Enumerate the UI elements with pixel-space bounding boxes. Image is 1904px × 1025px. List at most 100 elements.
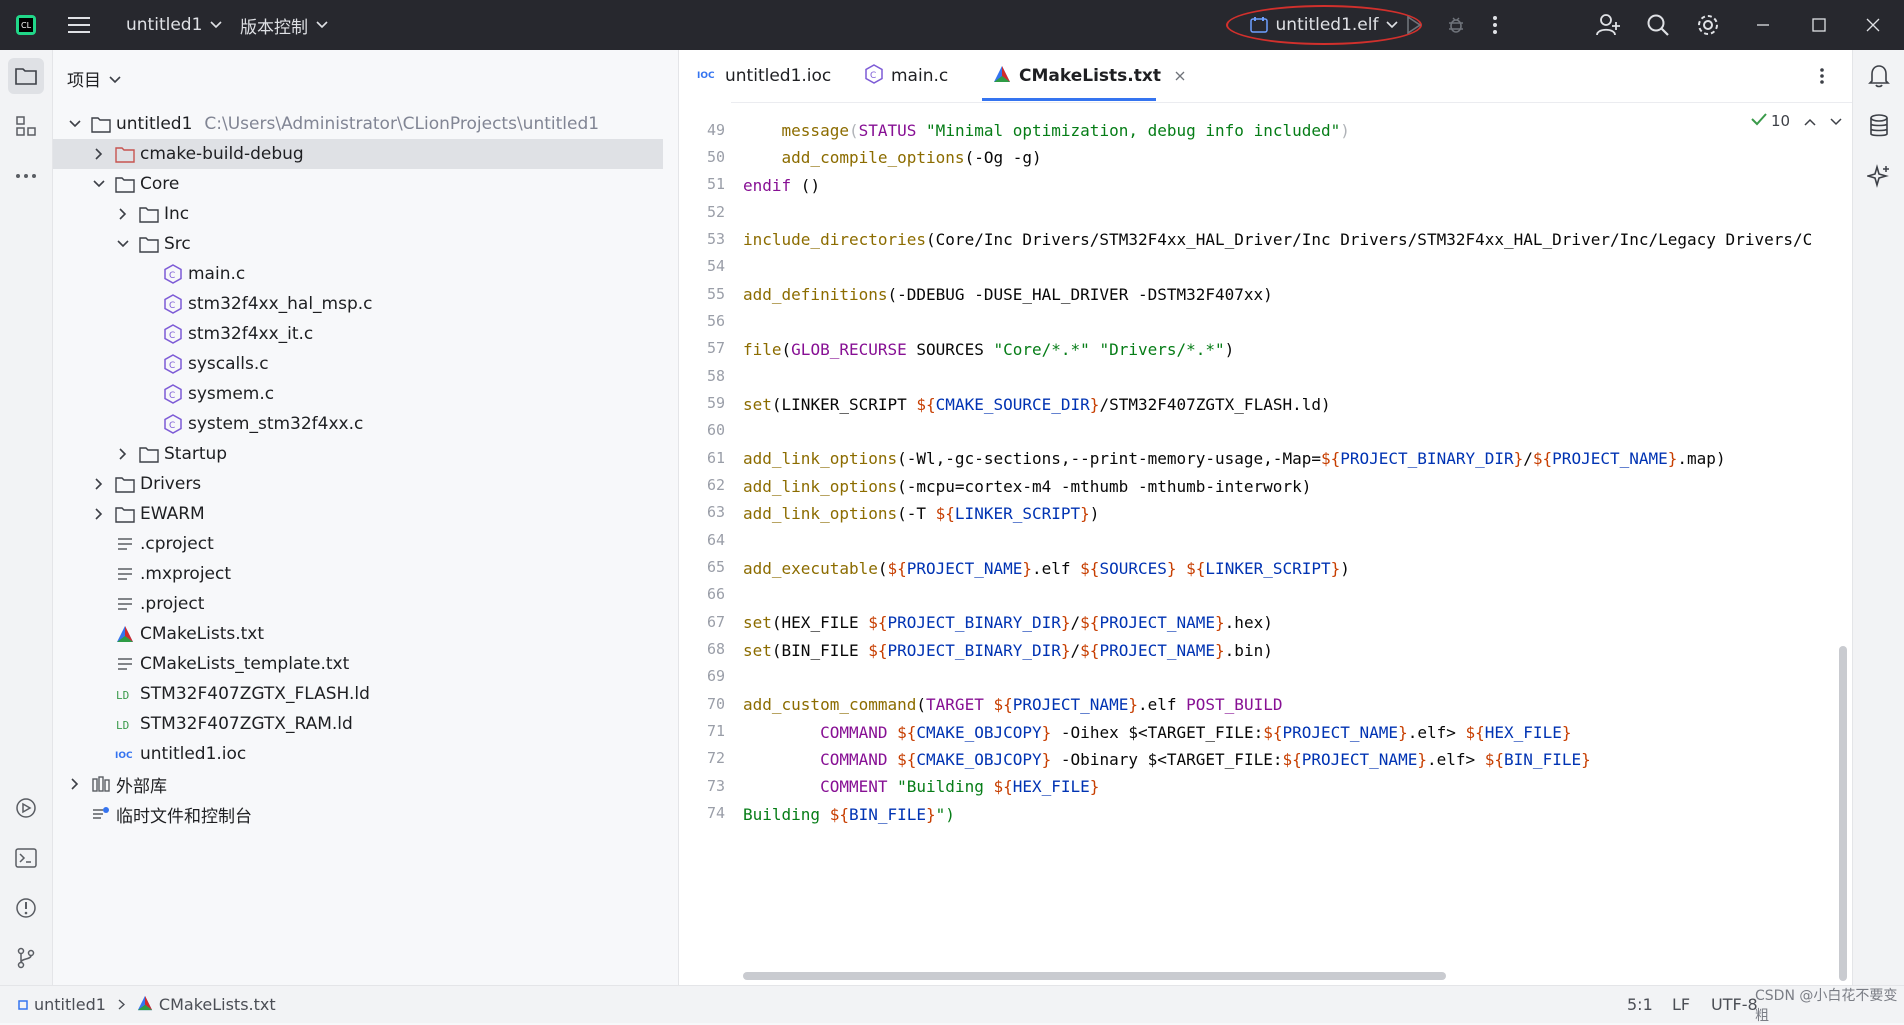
chevron-down-icon[interactable] (115, 236, 131, 252)
chevron-right-icon[interactable] (115, 446, 131, 462)
project-tool-window-icon[interactable] (8, 58, 44, 94)
chevron-right-icon[interactable] (91, 506, 107, 522)
add-user-icon[interactable] (1596, 0, 1620, 50)
gear-icon[interactable] (1696, 0, 1720, 50)
chevron-right-icon[interactable] (91, 476, 107, 492)
project-switcher[interactable]: untitled1 (126, 0, 222, 50)
tree-label: stm32f4xx_it.c (188, 324, 314, 344)
terminal-icon[interactable] (8, 840, 44, 876)
vertical-scrollbar[interactable] (1839, 646, 1847, 981)
tab-actions-icon[interactable] (1819, 50, 1825, 102)
breadcrumb-project[interactable]: untitled1 (34, 995, 106, 1014)
svg-text:CL: CL (21, 21, 32, 30)
minimize-window-icon[interactable] (1756, 0, 1770, 50)
more-actions-icon[interactable] (1492, 0, 1498, 50)
tree-item-flash-ld[interactable]: LD STM32F407ZGTX_FLASH.ld (53, 679, 740, 709)
tree-item-project[interactable]: .project (53, 589, 740, 619)
tree-label: cmake-build-debug (140, 144, 304, 164)
tree-label: Startup (164, 444, 228, 464)
horizontal-scrollbar[interactable] (743, 972, 1446, 980)
chevron-down-icon[interactable] (91, 176, 107, 192)
tree-label: CMakeLists.txt (140, 624, 265, 644)
line-separator[interactable]: LF (1672, 986, 1690, 1023)
line-number: 70 (706, 695, 725, 713)
chevron-right-icon[interactable] (91, 146, 107, 162)
tree-item-cmake-build-debug[interactable]: cmake-build-debug (53, 139, 663, 169)
chevron-down-icon[interactable] (67, 116, 83, 132)
breadcrumb-file[interactable]: CMakeLists.txt (159, 995, 276, 1014)
tree-item-system-c[interactable]: C system_stm32f4xx.c (53, 409, 788, 439)
notifications-bell-icon[interactable] (1861, 58, 1897, 94)
database-icon[interactable] (1861, 108, 1897, 144)
chevron-up-icon[interactable] (1804, 112, 1816, 130)
tree-root-untitled1[interactable]: untitled1 C:\Users\Administrator\CLionPr… (53, 109, 692, 139)
run-configuration-selector[interactable]: untitled1.elf (1226, 5, 1422, 45)
scratches-icon (91, 804, 111, 824)
tree-item-cmakelists-template[interactable]: CMakeLists_template.txt (53, 649, 740, 679)
tree-item-hal-msp-c[interactable]: C stm32f4xx_hal_msp.c (53, 289, 788, 319)
tree-item-core[interactable]: Core (53, 169, 716, 199)
cmake-file-icon (993, 65, 1011, 88)
ai-assistant-icon[interactable] (1861, 158, 1897, 194)
tree-item-ram-ld[interactable]: LD STM32F407ZGTX_RAM.ld (53, 709, 740, 739)
linker-script-icon: LD (115, 684, 135, 704)
tree-item-ewarm[interactable]: EWARM (53, 499, 716, 529)
line-number: 64 (706, 531, 725, 549)
chevron-down-icon[interactable] (1830, 112, 1842, 130)
svg-text:IOC: IOC (115, 751, 133, 761)
tree-label: main.c (188, 264, 246, 284)
tree-item-cproject[interactable]: .cproject (53, 529, 740, 559)
tree-item-startup[interactable]: Startup (53, 439, 740, 469)
more-tool-windows-icon[interactable] (8, 158, 44, 194)
tree-item-inc[interactable]: Inc (53, 199, 740, 229)
active-tab-indicator (982, 98, 1156, 101)
chevron-right-icon[interactable] (115, 206, 131, 222)
tree-item-sysmem-c[interactable]: C sysmem.c (53, 379, 788, 409)
code-line: COMMAND ${CMAKE_OBJCOPY} -Obinary $<TARG… (820, 750, 1591, 770)
tree-item-external-libraries[interactable]: 外部库 (53, 769, 692, 799)
chevron-right-icon[interactable] (67, 776, 83, 792)
svg-text:LD: LD (116, 689, 129, 702)
caret-position[interactable]: 5:1 (1627, 986, 1653, 1023)
tree-item-syscalls-c[interactable]: C syscalls.c (53, 349, 788, 379)
tree-item-scratches[interactable]: 临时文件和控制台 (53, 799, 716, 829)
tree-item-drivers[interactable]: Drivers (53, 469, 716, 499)
tab-untitled1-ioc[interactable]: IOC untitled1.ioc (697, 50, 831, 102)
svg-text:LD: LD (116, 719, 129, 732)
vcs-menu[interactable]: 版本控制 (240, 0, 328, 50)
close-window-icon[interactable] (1866, 0, 1880, 50)
app-logo-icon[interactable]: CL (14, 0, 38, 50)
tree-item-ioc[interactable]: IOC untitled1.ioc (53, 739, 740, 769)
code-line: message(STATUS "Minimal optimization, de… (781, 121, 1350, 140)
git-branch-icon[interactable] (8, 940, 44, 976)
tree-item-cmakelists[interactable]: CMakeLists.txt (53, 619, 740, 649)
folder-icon (139, 204, 159, 224)
services-icon[interactable] (8, 790, 44, 826)
problems-icon[interactable] (8, 890, 44, 926)
tab-main-c[interactable]: C main.c (865, 50, 948, 102)
debug-icon[interactable] (1446, 0, 1466, 50)
svg-text:C: C (169, 301, 175, 311)
project-view-selector[interactable]: 项目 (67, 66, 121, 91)
code-line: add_link_options(-T ${LINKER_SCRIPT}) (743, 503, 1100, 523)
tree-item-it-c[interactable]: C stm32f4xx_it.c (53, 319, 788, 349)
editor-tabs: IOC untitled1.ioc C main.c CMakeLists.tx… (679, 50, 1852, 103)
file-encoding[interactable]: UTF-8 (1711, 986, 1758, 1023)
vcs-menu-label: 版本控制 (240, 17, 308, 38)
tab-cmakelists[interactable]: CMakeLists.txt (993, 50, 1185, 102)
main-menu-icon[interactable] (68, 0, 90, 50)
structure-tool-window-icon[interactable] (8, 108, 44, 144)
line-number: 74 (706, 804, 725, 822)
tree-item-mxproject[interactable]: .mxproject (53, 559, 740, 589)
close-tab-icon[interactable] (1175, 66, 1185, 86)
inspection-widget[interactable]: 10 (1751, 112, 1843, 130)
line-number: 51 (706, 175, 725, 193)
tree-item-main-c[interactable]: C main.c (53, 259, 788, 289)
tree-label: .cproject (140, 534, 214, 554)
search-icon[interactable] (1646, 0, 1670, 50)
code-content[interactable]: message(STATUS "Minimal optimization, de… (743, 102, 1843, 982)
maximize-window-icon[interactable] (1812, 0, 1826, 50)
code-line: set(LINKER_SCRIPT ${CMAKE_SOURCE_DIR}/ST… (743, 394, 1331, 414)
run-icon[interactable] (1406, 0, 1422, 50)
tree-item-src[interactable]: Src (53, 229, 740, 259)
